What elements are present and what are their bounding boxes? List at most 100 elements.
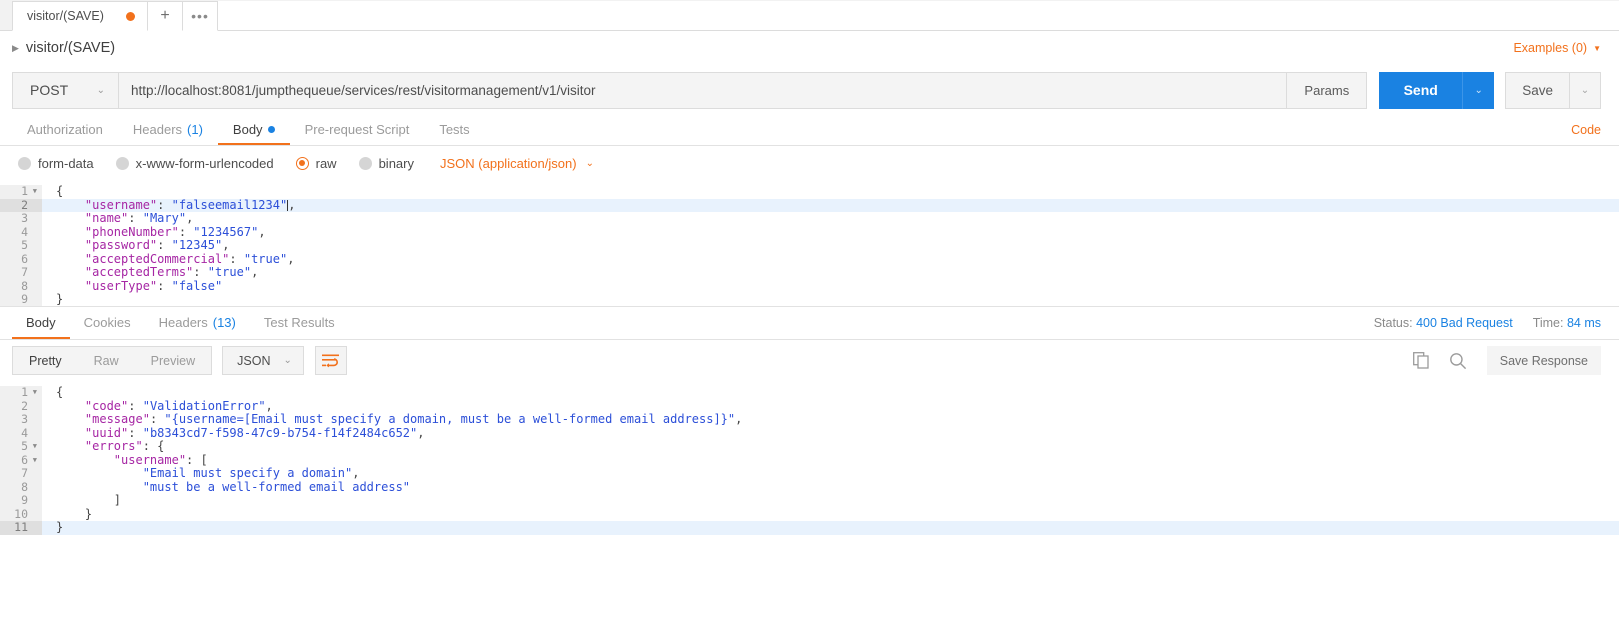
- response-tab-test-results[interactable]: Test Results: [250, 307, 349, 339]
- code-text[interactable]: "message": "{username=[Email must specif…: [42, 412, 742, 427]
- code-token: :: [229, 251, 244, 266]
- params-label: Params: [1304, 82, 1350, 98]
- code-line: 9 ]: [0, 493, 1619, 508]
- send-label: Send: [1403, 82, 1438, 98]
- body-type-form-data[interactable]: form-data: [18, 156, 94, 171]
- code-text[interactable]: "uuid": "b8343cd7-f598-47c9-b754-f14f248…: [42, 425, 425, 441]
- radio-button-icon[interactable]: [358, 156, 372, 170]
- radio-button-icon[interactable]: [18, 156, 31, 170]
- code-text[interactable]: "name": "Mary",: [42, 211, 194, 226]
- fold-toggle-icon[interactable]: ▼: [31, 185, 37, 199]
- url-input[interactable]: http://localhost:8081/jumpthequeue/servi…: [119, 71, 1288, 109]
- code-token: : [: [186, 452, 208, 467]
- code-line: 3 "name": "Mary",: [0, 211, 1619, 226]
- code-token: ,: [186, 211, 194, 225]
- send-options-button[interactable]: ⌄: [1462, 71, 1495, 109]
- response-tab-headers[interactable]: Headers (13): [145, 307, 250, 339]
- line-number: 4: [0, 224, 42, 239]
- code-token: "true": [243, 251, 288, 266]
- code-text[interactable]: }: [42, 507, 92, 522]
- view-mode-raw[interactable]: Raw: [78, 347, 135, 374]
- code-token: "b8343cd7-f598-47c9-b754-f14f2484c652": [142, 425, 418, 440]
- request-tab-body[interactable]: Body: [217, 115, 290, 145]
- code-token: "username": [84, 197, 158, 212]
- code-token: : {: [142, 439, 165, 453]
- body-type-raw[interactable]: raw: [295, 156, 337, 171]
- save-button[interactable]: Save: [1505, 71, 1570, 109]
- line-number: 7: [0, 466, 42, 481]
- code-text[interactable]: }: [42, 520, 63, 535]
- request-tab-pre-request-script[interactable]: Pre-request Script: [290, 115, 425, 145]
- word-wrap-icon: [322, 354, 340, 367]
- response-body-editor[interactable]: 1 ▼{2 "code": "ValidationError", 3 "messag…: [0, 381, 1619, 541]
- code-text[interactable]: "username": [: [42, 452, 208, 468]
- code-token: "errors": [84, 439, 143, 453]
- copy-response-button[interactable]: [1411, 350, 1433, 372]
- request-tab-tests[interactable]: Tests: [424, 115, 484, 145]
- code-text[interactable]: ]: [42, 493, 121, 508]
- code-token: "Email must specify a domain": [142, 466, 353, 480]
- line-number-value: 3: [21, 211, 28, 225]
- code-link[interactable]: Code: [1571, 115, 1619, 145]
- code-token: ,: [251, 265, 259, 279]
- radio-button-icon[interactable]: [295, 156, 309, 170]
- code-line: 7 "Email must specify a domain",: [0, 466, 1619, 481]
- save-options-button[interactable]: ⌄: [1570, 71, 1601, 109]
- request-tab-visitor-save[interactable]: visitor/(SAVE): [12, 1, 148, 31]
- code-token: "message": [84, 412, 150, 426]
- radio-button-icon[interactable]: [115, 156, 129, 170]
- code-text[interactable]: "userType": "false": [42, 278, 222, 294]
- body-type-binary[interactable]: binary: [358, 155, 414, 171]
- response-tab-label: Test Results: [263, 314, 335, 330]
- code-text[interactable]: {: [42, 184, 63, 199]
- code-token: :: [157, 278, 172, 293]
- body-type-label: binary: [378, 155, 414, 171]
- request-tab-headers[interactable]: Headers (1): [118, 115, 218, 145]
- fold-toggle-icon[interactable]: ▼: [31, 440, 37, 454]
- code-text[interactable]: "must be a well-formed email address": [42, 480, 410, 495]
- content-type-select[interactable]: JSON (application/json) ⌄: [440, 156, 594, 171]
- request-tab-authorization[interactable]: Authorization: [12, 115, 118, 145]
- view-mode-preview[interactable]: Preview: [135, 347, 211, 374]
- fold-toggle-icon[interactable]: ▼: [31, 386, 37, 400]
- fold-toggle-icon[interactable]: ▼: [31, 454, 37, 468]
- line-number-value: 6: [21, 452, 28, 467]
- view-mode-pretty[interactable]: Pretty: [13, 347, 78, 374]
- word-wrap-toggle-button[interactable]: [314, 346, 347, 375]
- save-response-button[interactable]: Save Response: [1486, 346, 1601, 375]
- params-button[interactable]: Params: [1287, 71, 1368, 109]
- response-format-select[interactable]: JSON ⌄: [222, 346, 304, 375]
- code-line: 6 "acceptedCommercial": "true",: [0, 251, 1619, 267]
- code-text[interactable]: "acceptedTerms": "true",: [42, 265, 259, 280]
- response-view-mode-group: Pretty Raw Preview: [12, 346, 213, 375]
- request-body-editor[interactable]: 1 ▼{2 "username": "falseemail1234", 3 "nam…: [0, 180, 1619, 307]
- http-method-select[interactable]: POST ⌄: [12, 71, 119, 109]
- new-tab-button[interactable]: +: [148, 1, 183, 31]
- code-line: 2 "username": "falseemail1234",: [0, 197, 1619, 213]
- code-token: }: [56, 292, 64, 306]
- code-line: 1 ▼ {: [0, 385, 1619, 400]
- code-text[interactable]: "code": "ValidationError",: [42, 399, 273, 414]
- code-text[interactable]: {: [42, 385, 63, 400]
- code-text[interactable]: "phoneNumber": "1234567",: [42, 225, 266, 240]
- code-text[interactable]: "username": "falseemail1234",: [42, 197, 296, 213]
- line-number: 8: [0, 480, 42, 494]
- send-button[interactable]: Send: [1379, 71, 1463, 109]
- examples-dropdown[interactable]: Examples (0) ▼: [1513, 41, 1601, 55]
- line-number-value: 4: [21, 224, 28, 239]
- code-text[interactable]: "password": "12345",: [42, 238, 230, 253]
- code-text[interactable]: "Email must specify a domain",: [42, 466, 360, 481]
- response-tab-label: Headers: [158, 314, 208, 330]
- response-tab-body[interactable]: Body: [12, 307, 70, 339]
- expand-caret-icon[interactable]: ▶: [12, 43, 19, 54]
- code-text[interactable]: "acceptedCommercial": "true",: [42, 251, 295, 267]
- response-tab-cookies[interactable]: Cookies: [70, 307, 145, 339]
- code-text[interactable]: "errors": {: [42, 439, 165, 454]
- body-type-x-www-form-urlencoded[interactable]: x-www-form-urlencoded: [115, 156, 274, 171]
- line-number-value: 3: [21, 412, 28, 426]
- code-line: 3 "message": "{username=[Email must spec…: [0, 412, 1619, 427]
- search-icon: [1449, 352, 1466, 369]
- search-response-button[interactable]: [1447, 350, 1469, 372]
- tab-options-button[interactable]: •••: [183, 1, 218, 31]
- code-text[interactable]: }: [42, 292, 64, 306]
